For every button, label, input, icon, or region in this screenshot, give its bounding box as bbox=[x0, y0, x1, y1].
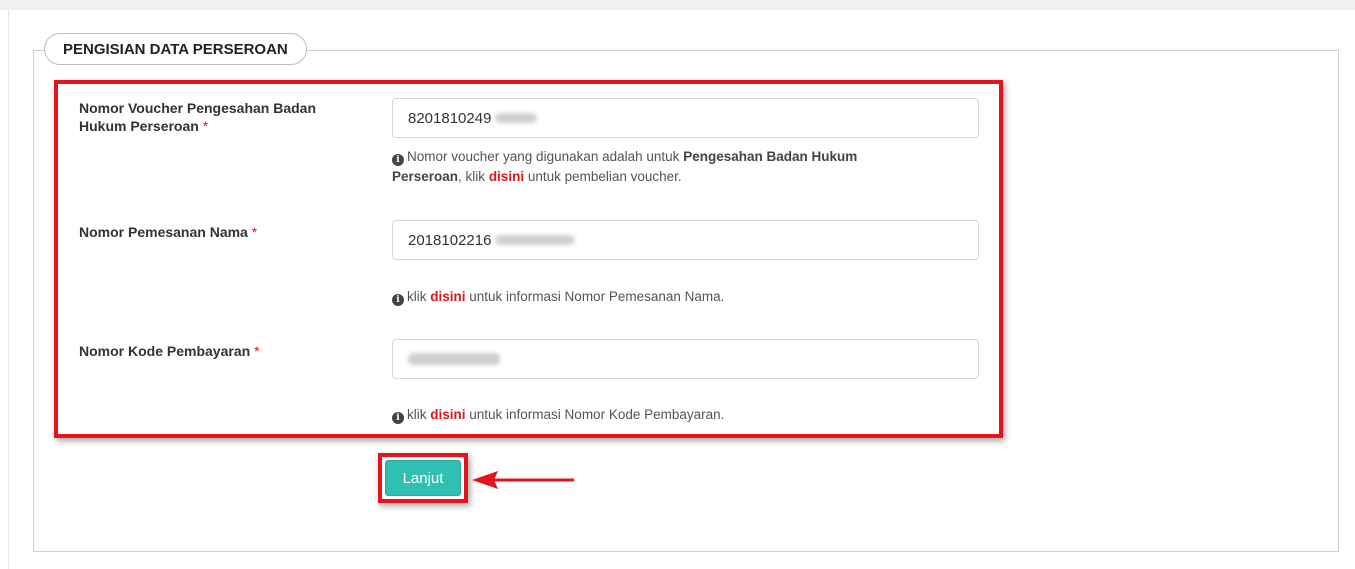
arrow-left-icon bbox=[472, 471, 574, 489]
form-title: PENGISIAN DATA PERSEROAN bbox=[44, 33, 307, 65]
top-bar bbox=[0, 0, 1355, 10]
lanjut-button[interactable]: Lanjut bbox=[385, 460, 461, 496]
left-divider bbox=[8, 10, 9, 569]
annotation-highlight-box bbox=[54, 80, 1003, 438]
